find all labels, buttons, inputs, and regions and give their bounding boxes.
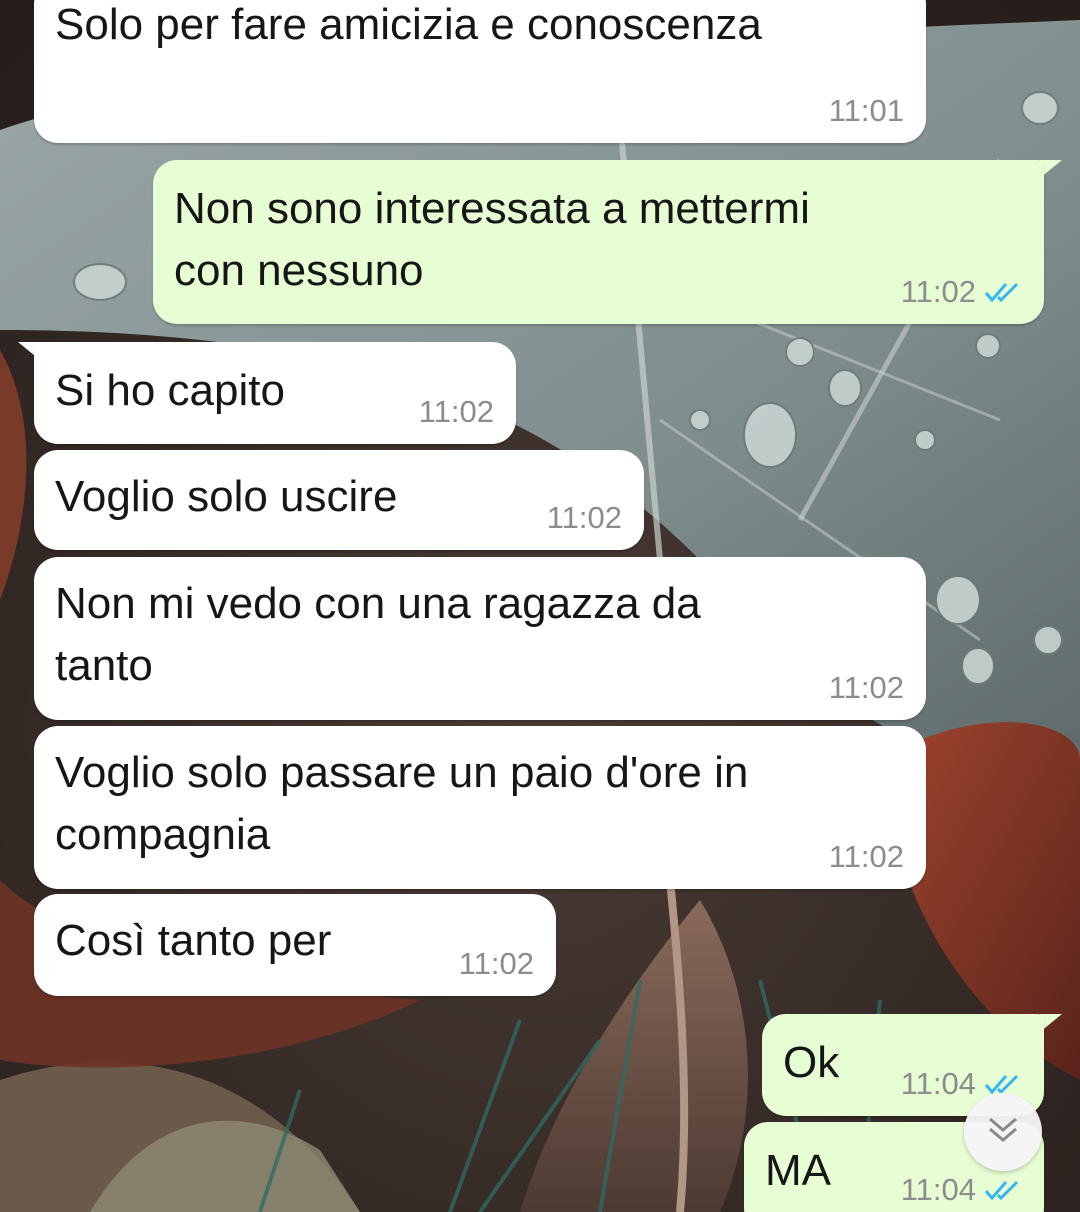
message-text: Non mi vedo con una ragazza da tanto: [55, 579, 701, 690]
double-chevron-down-icon: [986, 1115, 1020, 1150]
message-time: 11:02: [418, 394, 494, 429]
message-text: Si ho capito: [55, 366, 285, 415]
message-meta: 11:02: [829, 670, 904, 706]
message-bubble-incoming[interactable]: Così tanto per 11:02: [34, 894, 556, 996]
message-text: Non sono interessata a mettermi con ness…: [174, 184, 810, 295]
message-meta: 11:02: [419, 394, 494, 430]
message-text: Ok: [783, 1038, 840, 1087]
message-meta: 11:02: [459, 946, 534, 982]
message-bubble-incoming[interactable]: Voglio solo uscire 11:02: [34, 450, 644, 550]
message-time: 11:04: [900, 1066, 976, 1101]
message-text: MA: [765, 1146, 831, 1195]
message-text: Così tanto per: [55, 916, 332, 965]
message-meta: 11:01: [829, 93, 904, 129]
message-bubble-incoming[interactable]: Non mi vedo con una ragazza da tanto 11:…: [34, 557, 926, 720]
message-text: Voglio solo passare un paio d'ore in com…: [55, 748, 749, 859]
message-meta: 11:02: [829, 839, 904, 875]
message-meta: 11:04: [901, 1172, 1022, 1208]
message-meta: 11:02: [547, 500, 622, 536]
message-bubble-incoming[interactable]: Solo per fare amicizia e conoscenza 11:0…: [34, 0, 926, 143]
scroll-to-bottom-button[interactable]: [964, 1093, 1042, 1171]
double-check-read-icon: [984, 1073, 1022, 1095]
message-time: 11:04: [900, 1172, 976, 1207]
message-text: Voglio solo uscire: [55, 472, 398, 521]
message-time: 11:02: [900, 274, 976, 309]
double-check-read-icon: [984, 1179, 1022, 1201]
message-time: 11:02: [828, 839, 904, 874]
message-time: 11:02: [828, 670, 904, 705]
message-text: Solo per fare amicizia e conoscenza: [55, 0, 762, 49]
double-check-read-icon: [984, 281, 1022, 303]
message-bubble-outgoing[interactable]: Non sono interessata a mettermi con ness…: [153, 160, 1044, 324]
message-time: 11:01: [828, 93, 904, 128]
message-bubble-incoming[interactable]: Si ho capito 11:02: [34, 342, 516, 444]
message-time: 11:02: [458, 946, 534, 981]
message-bubble-incoming[interactable]: Voglio solo passare un paio d'ore in com…: [34, 726, 926, 889]
message-meta: 11:02: [901, 274, 1022, 310]
message-time: 11:02: [546, 500, 622, 535]
